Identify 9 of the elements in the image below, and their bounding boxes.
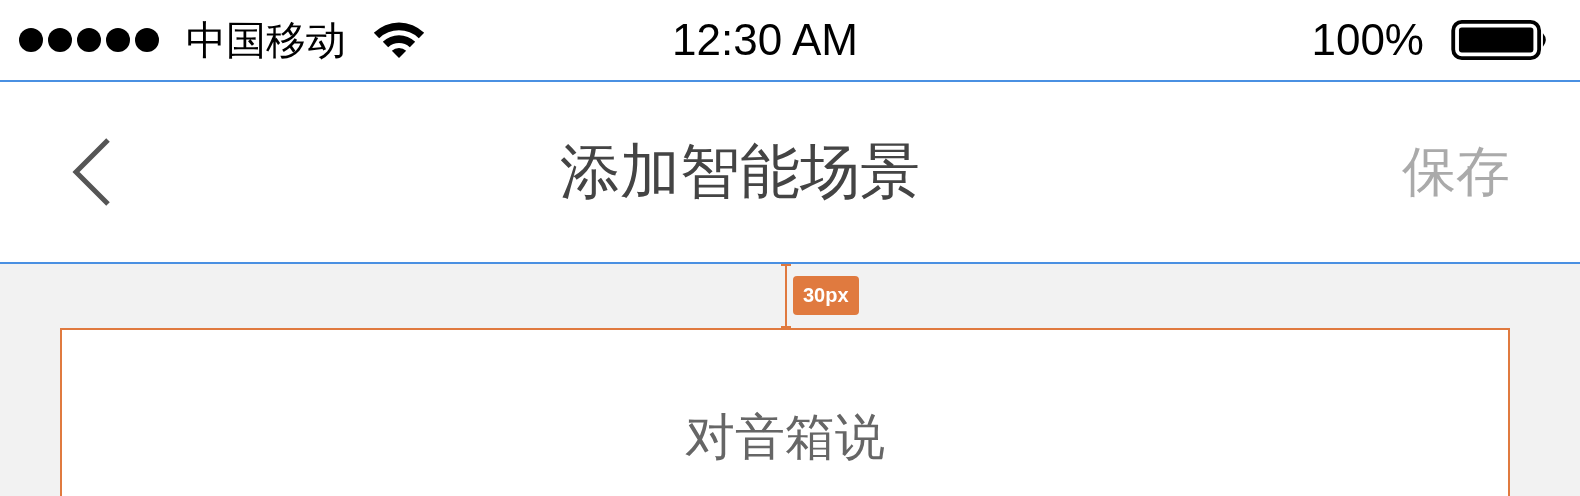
wifi-icon [372,20,426,60]
battery-percent: 100% [1311,15,1424,65]
prompt-text: 对音箱说 [685,407,885,468]
page-title: 添加智能场景 [560,134,920,208]
carrier-name: 中国移动 [186,15,346,65]
spacing-label: 30px [793,276,859,315]
signal-icon [18,27,160,53]
status-time: 12:30 AM [672,15,858,65]
save-button[interactable]: 保存 [1402,135,1510,209]
